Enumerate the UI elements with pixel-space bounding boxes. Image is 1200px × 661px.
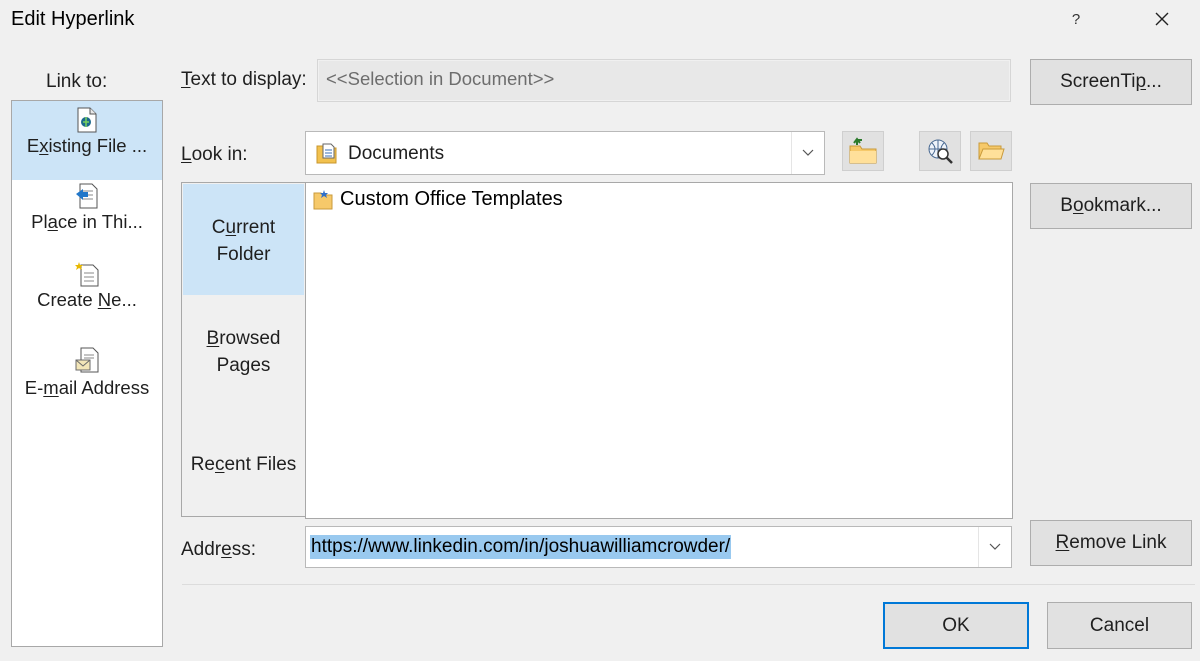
browse-web-icon bbox=[928, 139, 953, 164]
text-to-display-value: <<Selection in Document>> bbox=[326, 68, 555, 89]
text-to-display-field[interactable]: <<Selection in Document>> bbox=[317, 59, 1011, 102]
nav-browsed-pages[interactable]: Browsed Pages bbox=[183, 325, 304, 379]
create-new-document-icon bbox=[75, 262, 99, 287]
folder-icon bbox=[313, 189, 333, 209]
address-field[interactable]: https://www.linkedin.com/in/joshuawillia… bbox=[305, 526, 1012, 568]
link-to-panel: Existing File ... Place in Thi... Create… bbox=[11, 100, 163, 647]
address-dropdown-arrow[interactable] bbox=[978, 527, 1011, 567]
chevron-down-icon bbox=[989, 543, 1001, 550]
browse-file-icon bbox=[978, 142, 1005, 160]
look-in-label: Look in: bbox=[181, 144, 248, 165]
email-address-icon bbox=[75, 347, 99, 373]
nav-current-folder[interactable]: Current Folder bbox=[183, 184, 304, 295]
link-to-existing-file[interactable]: Existing File ... bbox=[12, 101, 162, 180]
link-to-create-new-document[interactable]: Create Ne... bbox=[12, 259, 162, 339]
existing-file-icon bbox=[77, 107, 97, 133]
divider bbox=[182, 584, 1195, 585]
text-to-display-label: Text to display: bbox=[181, 69, 307, 90]
browse-file-button[interactable] bbox=[970, 131, 1012, 171]
address-value: https://www.linkedin.com/in/joshuawillia… bbox=[310, 535, 732, 559]
screentip-button[interactable]: ScreenTip... bbox=[1030, 59, 1192, 105]
look-in-dropdown[interactable]: Documents bbox=[305, 131, 825, 175]
ok-button[interactable]: OK bbox=[883, 602, 1029, 649]
bookmark-button[interactable]: Bookmark... bbox=[1030, 183, 1192, 229]
help-button[interactable]: ? bbox=[1060, 6, 1092, 34]
title-bar bbox=[0, 0, 1200, 42]
close-button[interactable] bbox=[1144, 4, 1180, 34]
list-item[interactable]: Custom Office Templates bbox=[312, 188, 563, 211]
link-to-email-address[interactable]: E-mail Address bbox=[12, 347, 162, 427]
file-nav-panel: Current Folder Browsed Pages Recent File… bbox=[181, 182, 305, 517]
nav-recent-files[interactable]: Recent Files bbox=[183, 451, 304, 478]
link-to-label: Link to: bbox=[46, 71, 108, 92]
up-one-folder-icon bbox=[849, 137, 877, 164]
dialog-title: Edit Hyperlink bbox=[11, 8, 135, 30]
look-in-dropdown-arrow[interactable] bbox=[791, 132, 824, 174]
up-one-folder-button[interactable] bbox=[842, 131, 884, 171]
browse-web-button[interactable] bbox=[919, 131, 961, 171]
file-name: Custom Office Templates bbox=[340, 188, 563, 210]
chevron-down-icon bbox=[802, 149, 814, 156]
remove-link-button[interactable]: Remove Link bbox=[1030, 520, 1192, 566]
link-to-place-in-document[interactable]: Place in Thi... bbox=[12, 181, 162, 259]
cancel-button[interactable]: Cancel bbox=[1047, 602, 1192, 649]
close-icon bbox=[1155, 12, 1169, 26]
file-list[interactable]: Custom Office Templates bbox=[305, 182, 1013, 519]
look-in-value: Documents bbox=[348, 143, 445, 164]
place-in-document-icon bbox=[76, 183, 98, 209]
documents-folder-icon bbox=[316, 143, 337, 164]
address-label: Address: bbox=[181, 539, 256, 560]
